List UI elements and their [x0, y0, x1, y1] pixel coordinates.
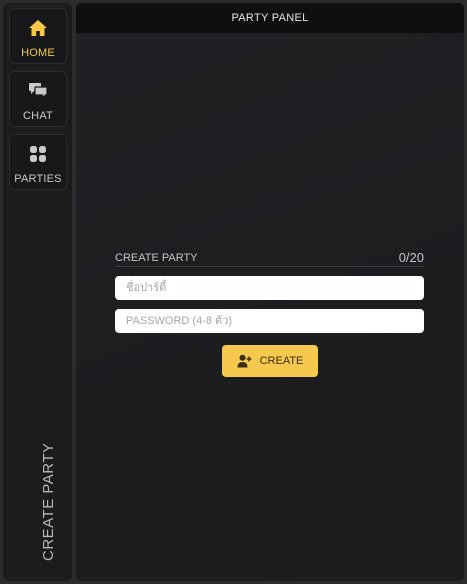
chat-icon [10, 81, 66, 101]
panel-title: PARTY PANEL [231, 12, 309, 24]
sidebar-item-parties[interactable]: PARTIES [9, 134, 67, 190]
add-user-icon [237, 354, 252, 368]
home-icon [10, 18, 66, 38]
sidebar-item-chat[interactable]: CHAT [9, 71, 67, 127]
create-party-header: CREATE PARTY 0/20 [115, 250, 424, 267]
create-button-label: CREATE [259, 355, 304, 367]
sidebar-item-home[interactable]: HOME [9, 8, 67, 64]
sidebar-vertical-title: CREATE PARTY [40, 442, 57, 561]
sidebar-item-label: CHAT [23, 110, 53, 122]
sidebar-item-label: PARTIES [14, 173, 62, 185]
sidebar-item-label: HOME [21, 47, 55, 59]
sidebar: HOME CHAT PARTIES CREATE PARTY [3, 3, 72, 581]
password-input[interactable] [115, 309, 424, 333]
panel-header: PARTY PANEL [76, 3, 464, 33]
party-panel: PARTY PANEL CREATE PARTY 0/20 CREATE [76, 3, 464, 581]
grid-icon [10, 144, 66, 164]
member-counter: 0/20 [398, 250, 424, 265]
form-title: CREATE PARTY [115, 252, 198, 264]
party-name-input[interactable] [115, 276, 424, 300]
create-button[interactable]: CREATE [222, 345, 318, 377]
